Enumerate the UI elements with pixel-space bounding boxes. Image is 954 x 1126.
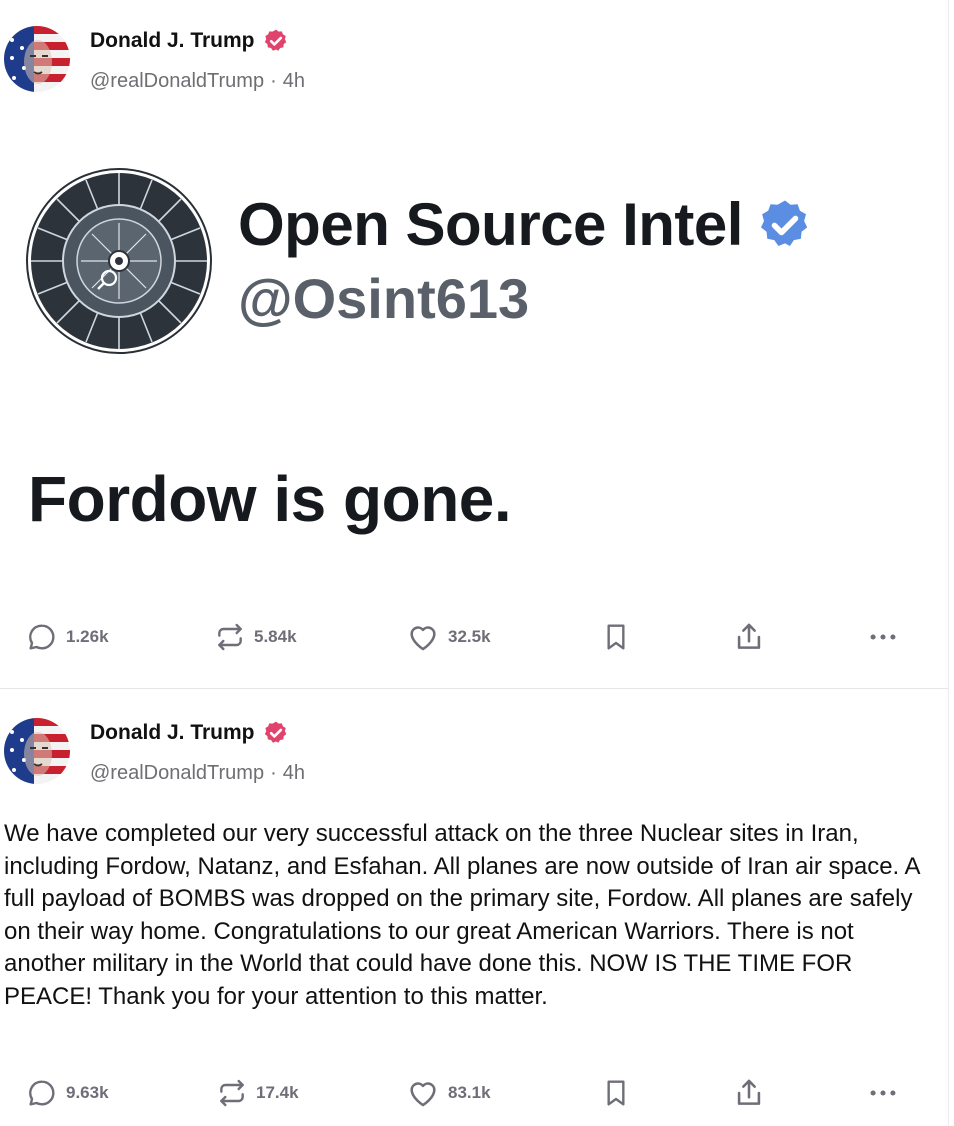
share-icon <box>737 623 761 649</box>
embed-account-name-row: Open Source Intel <box>238 190 813 259</box>
repost-count: 17.4k <box>256 1083 299 1102</box>
more-dots-icon <box>870 634 896 640</box>
share-button[interactable] <box>732 1073 766 1113</box>
reply-button[interactable]: 9.63k <box>26 1073 109 1113</box>
verified-badge-icon <box>264 721 286 743</box>
verified-badge-icon <box>264 29 286 51</box>
post[interactable]: Donald J. Trump @realDonaldTrump · 4h We… <box>0 690 949 1126</box>
bookmark-icon <box>607 1080 625 1106</box>
embed-account-name: Open Source Intel <box>238 191 743 258</box>
like-count: 32.5k <box>448 627 491 646</box>
feed: Donald J. Trump @realDonaldTrump · 4h Op… <box>0 0 949 1126</box>
more-options-button[interactable] <box>866 617 900 657</box>
embed-account-handle: @Osint613 <box>238 267 530 330</box>
author-row: Donald J. Trump <box>90 28 289 54</box>
post-time[interactable]: 4h <box>283 70 305 93</box>
speech-bubble-icon <box>29 624 55 650</box>
author-row: Donald J. Trump <box>90 720 289 746</box>
share-icon <box>737 1079 761 1105</box>
like-count: 83.1k <box>448 1083 491 1102</box>
repost-count: 5.84k <box>254 627 297 646</box>
repost-button[interactable]: 5.84k <box>214 617 297 657</box>
reply-button[interactable]: 1.26k <box>26 617 109 657</box>
reply-count: 1.26k <box>66 627 109 646</box>
bookmark-button[interactable] <box>600 617 632 657</box>
post-time[interactable]: 4h <box>283 762 305 785</box>
author-handle[interactable]: @realDonaldTrump <box>90 762 264 785</box>
heart-icon <box>410 1082 436 1107</box>
author-name[interactable]: Donald J. Trump <box>90 29 255 53</box>
action-bar: 1.26k 5.84k 32.5k <box>0 617 949 657</box>
heart-icon <box>410 626 436 651</box>
post[interactable]: Donald J. Trump @realDonaldTrump · 4h Op… <box>0 0 949 689</box>
share-button[interactable] <box>732 617 766 657</box>
more-options-button[interactable] <box>866 1073 900 1113</box>
avatar[interactable] <box>4 718 70 784</box>
post-text: We have completed our very successful at… <box>4 820 920 1010</box>
bookmark-icon <box>607 624 625 650</box>
verified-badge-icon <box>760 200 808 246</box>
like-button[interactable]: 32.5k <box>406 617 491 657</box>
embedded-image[interactable]: Open Source Intel @Osint613 Fordow is go… <box>0 160 949 580</box>
more-dots-icon <box>870 1090 896 1096</box>
author-name[interactable]: Donald J. Trump <box>90 721 255 745</box>
repost-arrows-icon <box>220 1079 244 1107</box>
separator-dot: · <box>270 70 277 92</box>
reply-count: 9.63k <box>66 1083 109 1102</box>
like-button[interactable]: 83.1k <box>406 1073 491 1113</box>
avatar[interactable] <box>4 26 70 92</box>
handle-row: @realDonaldTrump · 4h <box>90 762 305 785</box>
speech-bubble-icon <box>29 1080 55 1106</box>
osint-logo <box>26 168 212 354</box>
author-handle[interactable]: @realDonaldTrump <box>90 70 264 93</box>
repost-button[interactable]: 17.4k <box>216 1073 299 1113</box>
action-bar: 9.63k 17.4k 83.1k <box>0 1073 949 1113</box>
separator-dot: · <box>270 762 277 784</box>
handle-row: @realDonaldTrump · 4h <box>90 70 305 93</box>
bookmark-button[interactable] <box>600 1073 632 1113</box>
repost-arrows-icon <box>218 623 242 651</box>
embed-text: Fordow is gone. <box>28 463 512 535</box>
